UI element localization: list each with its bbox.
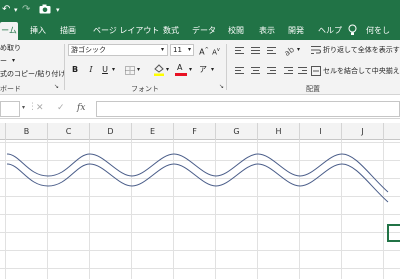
cancel-icon[interactable]: ✕ bbox=[36, 103, 44, 113]
increase-indent-icon[interactable] bbox=[298, 67, 307, 75]
clipboard-dialog-launcher-icon[interactable]: ↘ bbox=[54, 83, 59, 90]
fill-color-dropdown-icon[interactable]: ▾ bbox=[166, 65, 169, 75]
tab-formulas[interactable]: 数式 bbox=[161, 24, 181, 38]
enter-icon[interactable]: ✓ bbox=[57, 103, 65, 113]
copy-dropdown-icon[interactable]: ▾ bbox=[12, 56, 15, 66]
title-bar: ↶ ▾ ↷ ▾ bbox=[0, 0, 400, 20]
font-name-value: 游ゴシック bbox=[71, 46, 106, 54]
column-header-e[interactable]: E bbox=[132, 123, 174, 140]
align-middle-icon[interactable] bbox=[251, 47, 260, 55]
column-header-f[interactable]: F bbox=[174, 123, 216, 140]
font-name-input[interactable]: 游ゴシック bbox=[68, 44, 168, 56]
ribbon-separator bbox=[64, 44, 65, 90]
tab-insert[interactable]: 挿入 bbox=[28, 24, 48, 38]
wrap-text-icon[interactable] bbox=[311, 45, 321, 57]
fill-color-icon[interactable] bbox=[153, 63, 165, 78]
column-header-i[interactable]: I bbox=[300, 123, 342, 140]
formula-input[interactable] bbox=[96, 101, 400, 117]
borders-icon[interactable] bbox=[125, 66, 135, 77]
phonetic-dropdown-icon[interactable]: ▾ bbox=[211, 65, 214, 75]
phonetic-guide-button[interactable]: ア bbox=[198, 64, 208, 76]
cell-grid[interactable] bbox=[0, 140, 400, 279]
format-painter-button[interactable]: 式のコピー/貼り付け bbox=[0, 69, 65, 79]
name-box-dropdown-icon[interactable]: ▾ bbox=[22, 104, 25, 111]
alignment-group-label: 配置 bbox=[306, 85, 320, 93]
align-center-icon[interactable] bbox=[251, 67, 260, 75]
selected-cell[interactable] bbox=[387, 224, 400, 242]
cut-button[interactable]: め取り bbox=[0, 43, 21, 53]
tab-developer[interactable]: 開発 bbox=[286, 24, 306, 38]
tab-home[interactable]: ーム bbox=[0, 22, 18, 40]
font-color-swatch bbox=[175, 73, 187, 76]
underline-dropdown-icon[interactable]: ▾ bbox=[112, 65, 115, 75]
column-headers: B C D E F G H I J bbox=[0, 123, 400, 140]
font-group-label: フォント bbox=[131, 85, 159, 93]
tab-view[interactable]: 表示 bbox=[257, 24, 277, 38]
copy-button[interactable]: ー bbox=[0, 56, 7, 66]
undo-arrow-icon[interactable]: ↶ bbox=[2, 4, 10, 16]
svg-text:ab: ab bbox=[284, 45, 296, 56]
merge-center-icon[interactable] bbox=[311, 66, 321, 78]
align-top-icon[interactable] bbox=[235, 47, 244, 55]
font-color-label: A bbox=[177, 63, 183, 72]
column-header-k[interactable] bbox=[384, 123, 400, 140]
align-left-icon[interactable] bbox=[235, 67, 244, 75]
align-right-icon[interactable] bbox=[267, 67, 276, 75]
ribbon: め取り ー ▾ 式のコピー/貼り付け ボード ↘ 游ゴシック ▾ 11 ▾ A^… bbox=[0, 40, 400, 95]
wrap-text-button[interactable]: 折り返して全体を表示する bbox=[323, 45, 400, 55]
column-header-d[interactable]: D bbox=[90, 123, 132, 140]
ribbon-tabs: ーム 挿入 描画 ページ レイアウト 数式 データ 校閲 表示 開発 ヘルプ 何… bbox=[0, 20, 400, 40]
orientation-icon[interactable]: ab bbox=[283, 45, 296, 58]
italic-button[interactable]: I bbox=[86, 64, 96, 76]
font-dialog-launcher-icon[interactable]: ↘ bbox=[219, 83, 224, 90]
font-name-dropdown-icon[interactable]: ▾ bbox=[161, 45, 164, 55]
borders-dropdown-icon[interactable]: ▾ bbox=[137, 65, 140, 75]
tab-data[interactable]: データ bbox=[192, 24, 216, 38]
tab-help[interactable]: ヘルプ bbox=[318, 24, 342, 38]
grow-font-button[interactable]: A^ bbox=[199, 44, 209, 57]
font-color-button[interactable]: A bbox=[175, 63, 187, 76]
qat-undo-dropdown-icon[interactable]: ▾ bbox=[14, 4, 18, 16]
tab-page-layout[interactable]: ページ レイアウト bbox=[93, 24, 159, 38]
wave-shape-upper-line bbox=[6, 153, 389, 193]
customize-qat-icon[interactable]: ▾ bbox=[56, 4, 60, 16]
clipboard-group-label: ボード bbox=[0, 85, 21, 93]
lightbulb-icon[interactable] bbox=[348, 24, 357, 38]
name-box[interactable] bbox=[0, 101, 20, 117]
tab-draw[interactable]: 描画 bbox=[58, 24, 78, 38]
column-header-g[interactable]: G bbox=[216, 123, 258, 140]
column-header-c[interactable]: C bbox=[48, 123, 90, 140]
orientation-dropdown-icon[interactable]: ▾ bbox=[297, 45, 300, 55]
align-bottom-icon[interactable] bbox=[267, 47, 276, 55]
tell-me-search[interactable]: 何をし bbox=[366, 24, 400, 38]
tab-review[interactable]: 校閲 bbox=[226, 24, 246, 38]
decrease-indent-icon[interactable] bbox=[284, 67, 293, 75]
column-header-j[interactable]: J bbox=[342, 123, 384, 140]
shrink-font-button[interactable]: Av bbox=[211, 44, 221, 56]
merge-center-button[interactable]: セルを結合して中央揃え bbox=[323, 66, 400, 76]
font-size-dropdown-icon[interactable]: ▾ bbox=[188, 45, 191, 55]
underline-button[interactable]: U bbox=[100, 64, 110, 76]
redo-arrow-icon[interactable]: ↷ bbox=[22, 4, 30, 16]
formula-bar: ▾ ⋮ ✕ ✓ fx bbox=[0, 99, 400, 119]
column-header-b[interactable]: B bbox=[6, 123, 48, 140]
font-size-value: 11 bbox=[173, 46, 182, 54]
font-color-dropdown-icon[interactable]: ▾ bbox=[189, 65, 192, 75]
camera-icon[interactable] bbox=[39, 4, 51, 18]
bold-button[interactable]: B bbox=[70, 64, 80, 76]
column-header-h[interactable]: H bbox=[258, 123, 300, 140]
insert-function-icon[interactable]: fx bbox=[77, 103, 85, 113]
ribbon-separator bbox=[226, 44, 227, 90]
